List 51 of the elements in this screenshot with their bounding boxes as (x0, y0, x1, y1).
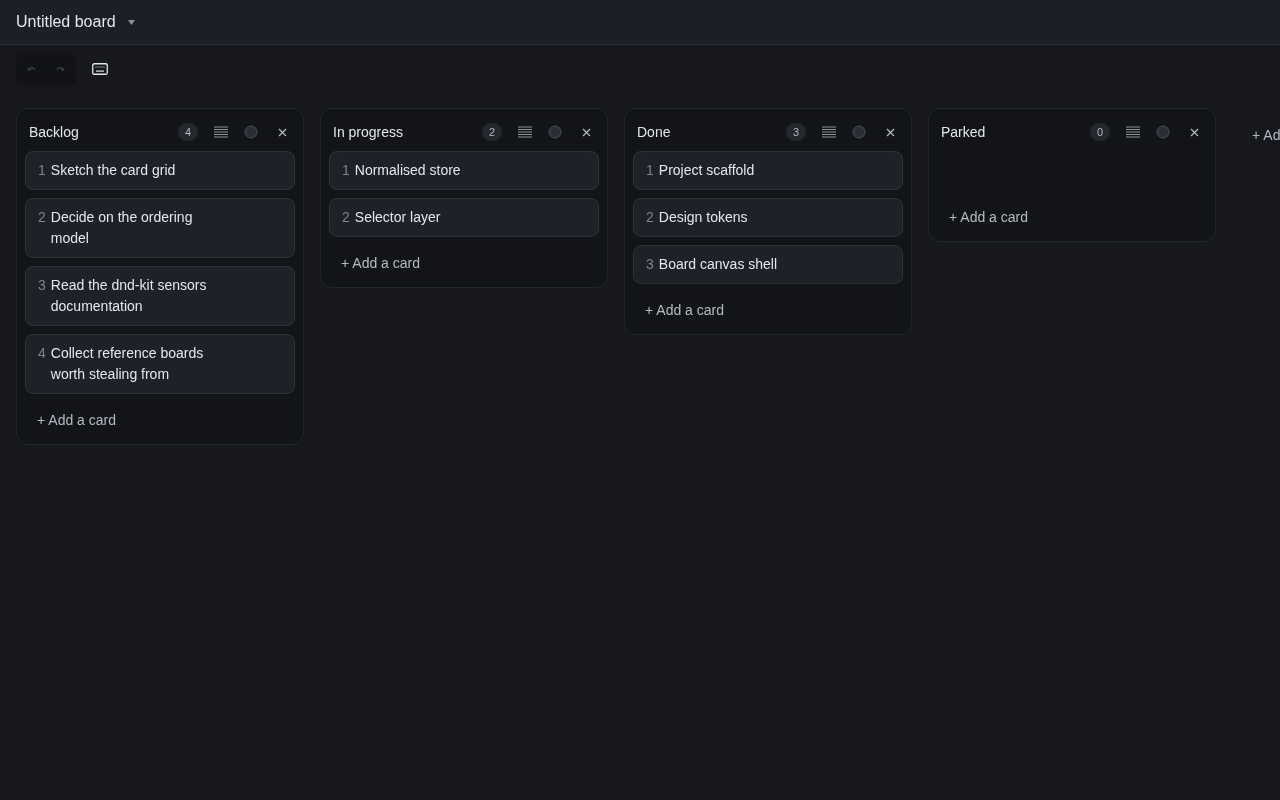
card-number: 2 (38, 208, 46, 227)
column-title: Parked (941, 122, 987, 142)
task-card[interactable]: 2 Design tokens (633, 198, 903, 237)
add-card-button[interactable]: + Add a card (645, 300, 724, 321)
card-number: 3 (38, 276, 46, 295)
close-icon[interactable] (1190, 127, 1199, 137)
card-text: Normalised store (354, 161, 461, 180)
task-card[interactable]: 3 Read the dnd-kit sensors documentation (25, 266, 295, 326)
close-icon[interactable] (582, 127, 591, 137)
card-text: Read the dnd-kit sensors documentation (50, 276, 208, 316)
card-count: 4 (177, 122, 198, 142)
add-card-button[interactable]: + Add a card (37, 410, 116, 431)
close-icon[interactable] (886, 127, 895, 137)
lines-icon[interactable] (822, 126, 836, 138)
card-count: 0 (1089, 122, 1110, 142)
task-card[interactable]: 3 Board canvas shell (633, 245, 903, 284)
card-count: 2 (481, 122, 502, 142)
task-card[interactable]: 2 Decide on the ordering model (25, 198, 295, 258)
add-card-button[interactable]: + Add a card (949, 207, 1028, 228)
lines-icon[interactable] (518, 126, 532, 138)
card-number: 2 (646, 208, 654, 227)
card-text: Board canvas shell (658, 255, 778, 274)
column-title: Done (637, 122, 672, 142)
task-card[interactable]: 2 Selector layer (329, 198, 599, 237)
add-card-button[interactable]: + Add a card (341, 253, 420, 274)
keyboard-icon[interactable] (92, 63, 108, 75)
card-number: 1 (38, 161, 46, 180)
column-title: In progress (333, 122, 405, 142)
card-number: 1 (646, 161, 654, 180)
card-text: Decide on the ordering model (50, 208, 194, 248)
card-text: Sketch the card grid (50, 161, 176, 180)
caret-icon[interactable] (127, 19, 135, 25)
close-icon[interactable] (278, 127, 287, 137)
card-number: 3 (646, 255, 654, 274)
column-title: Backlog (29, 122, 80, 142)
lines-icon[interactable] (1126, 126, 1140, 138)
card-number: 1 (342, 161, 350, 180)
card-text: Project scaffold (658, 161, 755, 180)
lines-icon[interactable] (214, 126, 228, 138)
card-text: Selector layer (354, 208, 441, 227)
task-card[interactable]: 4 Collect reference boards worth stealing from (25, 334, 295, 394)
task-card[interactable]: 1 Normalised store (329, 151, 599, 190)
task-card[interactable]: 1 Project scaffold (633, 151, 903, 190)
board-title[interactable]: Untitled board (16, 10, 116, 34)
task-card[interactable]: 1 Sketch the card grid (25, 151, 295, 190)
card-text: Collect reference boards worth stealing from (50, 344, 205, 384)
card-text: Design tokens (658, 208, 748, 227)
card-count: 3 (785, 122, 806, 142)
add-list-button[interactable]: + Ad (1232, 108, 1280, 146)
card-number: 4 (38, 344, 46, 363)
card-number: 2 (342, 208, 350, 227)
